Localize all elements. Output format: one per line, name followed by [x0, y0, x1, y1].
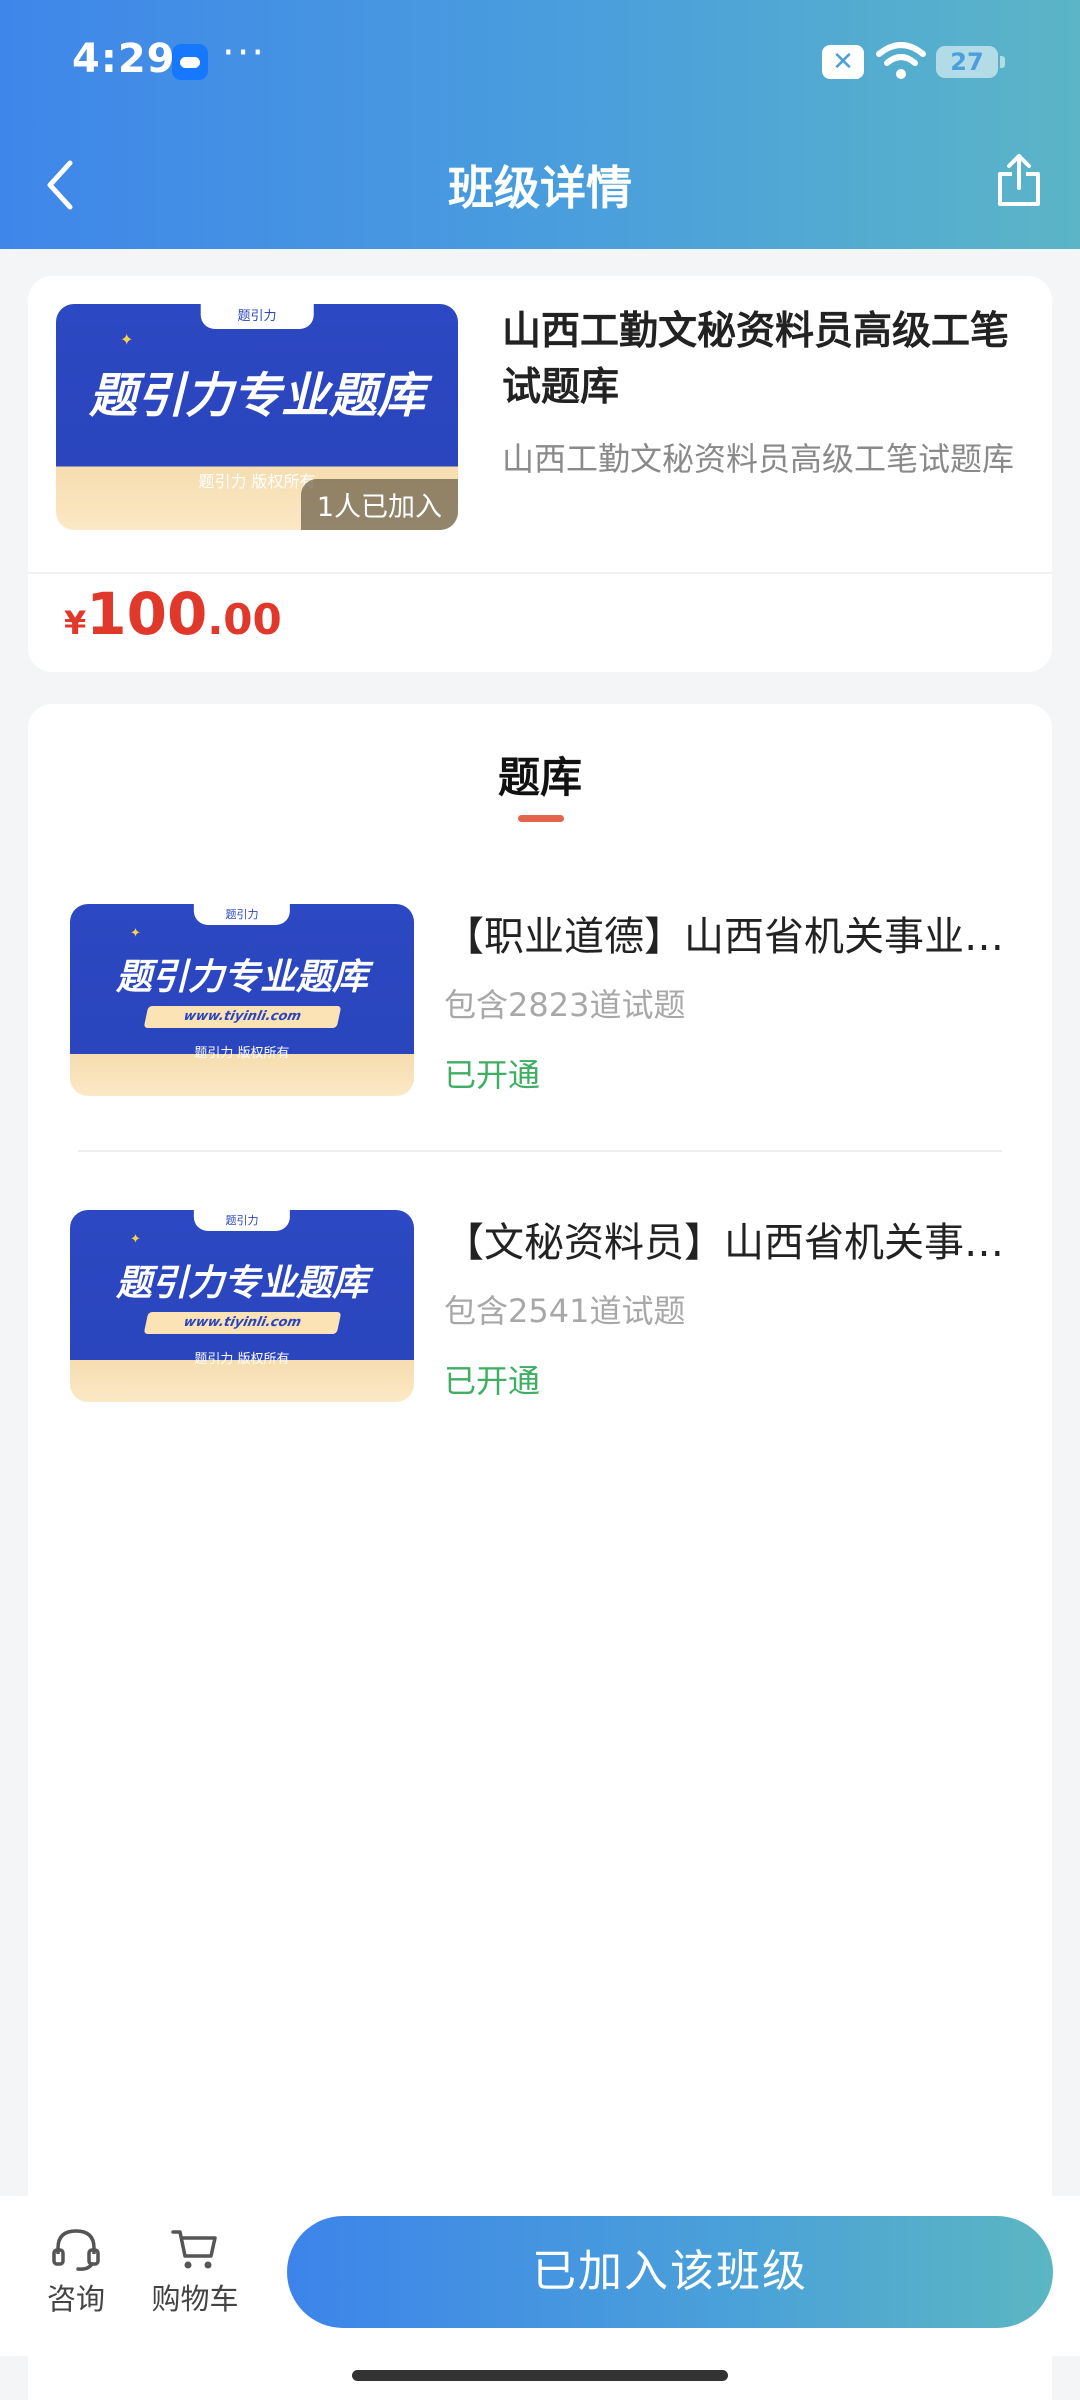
class-title: 山西工勤文秘资料员高级工笔试题库: [502, 309, 1010, 410]
cover-brand-tag: 题引力: [200, 304, 314, 329]
list-item[interactable]: 题引力 ✦ 题引力专业题库 www.tiyinli.com 题引力 版权所有 【…: [28, 1210, 1052, 1440]
price-currency: ¥: [64, 604, 87, 642]
cart-label: 购物车: [151, 2282, 239, 2316]
bank-title: 【职业道德】山西省机关事业单位工勤技能岗位考试: [444, 914, 1028, 960]
divider: [78, 1150, 1002, 1152]
question-bank-card: 题库 题引力 ✦ 题引力专业题库 www.tiyinli.com 题引力 版权所…: [28, 704, 1052, 2400]
cover-headline: 题引力专业题库: [88, 368, 425, 424]
cover-copyright: 题引力 版权所有: [194, 1352, 290, 1367]
joined-count-badge: 1人已加入: [300, 479, 458, 530]
star-icon: ✦: [130, 926, 141, 941]
cover-brand-tag: 题引力: [193, 904, 291, 926]
cart-icon: [171, 2230, 217, 2269]
share-icon[interactable]: [994, 150, 1044, 210]
bank-title: 【文秘资料员】山西省机关事业单位工勤技能岗位考试: [444, 1220, 1028, 1266]
price-decimal: .00: [207, 595, 282, 644]
page-title: 班级详情: [448, 161, 632, 215]
header: 4:29 ··· ✕ 27 班级详情: [0, 0, 1080, 249]
status-more: ···: [222, 30, 267, 76]
star-icon: ✦: [120, 330, 134, 349]
star-icon: ✦: [130, 1232, 141, 1247]
class-info-card: 题引力 ✦ 题引力专业题库 题引力 版权所有 1人已加入 山西工勤文秘资料员高级…: [28, 276, 1052, 672]
cover-brand-tag: 题引力: [193, 1210, 291, 1232]
wifi-icon: [876, 42, 926, 79]
bank-cover-image: 题引力 ✦ 题引力专业题库 www.tiyinli.com 题引力 版权所有: [70, 904, 414, 1096]
cover-headline: 题引力专业题库: [115, 957, 368, 998]
price-integer: 100: [86, 580, 208, 648]
weather-app-icon: [172, 44, 208, 80]
close-notification-icon: ✕: [822, 45, 864, 79]
divider: [28, 572, 1052, 574]
bank-question-count: 包含2823道试题: [444, 986, 686, 1024]
bank-status: 已开通: [444, 1056, 541, 1094]
bottom-action-bar: 咨询 购物车 已加入该班级: [0, 2196, 1080, 2356]
cart-button[interactable]: 购物车: [150, 2226, 240, 2318]
cover-headline: 题引力专业题库: [115, 1263, 368, 1304]
cover-url: www.tiyinli.com: [143, 1006, 341, 1028]
home-indicator[interactable]: [352, 2370, 728, 2381]
class-cover-image: 题引力 ✦ 题引力专业题库 题引力 版权所有 1人已加入: [56, 304, 458, 530]
list-item[interactable]: 题引力 ✦ 题引力专业题库 www.tiyinli.com 题引力 版权所有 【…: [28, 904, 1052, 1134]
consult-button[interactable]: 咨询: [44, 2226, 108, 2318]
headset-icon: [52, 2229, 100, 2271]
tab-indicator: [518, 815, 564, 822]
class-description: 山西工勤文秘资料员高级工笔试题库: [502, 440, 1015, 478]
joined-class-button[interactable]: 已加入该班级: [287, 2216, 1053, 2328]
bank-question-count: 包含2541道试题: [444, 1292, 686, 1330]
battery-icon: 27: [936, 46, 1005, 78]
bank-status: 已开通: [444, 1362, 541, 1400]
consult-label: 咨询: [46, 2282, 105, 2316]
cover-url: www.tiyinli.com: [143, 1312, 341, 1334]
bank-cover-image: 题引力 ✦ 题引力专业题库 www.tiyinli.com 题引力 版权所有: [70, 1210, 414, 1402]
status-time: 4:29: [72, 36, 176, 82]
cover-copyright: 题引力 版权所有: [194, 1046, 290, 1061]
tab-question-bank[interactable]: 题库: [28, 744, 1052, 805]
price: ¥100.00: [64, 580, 282, 648]
